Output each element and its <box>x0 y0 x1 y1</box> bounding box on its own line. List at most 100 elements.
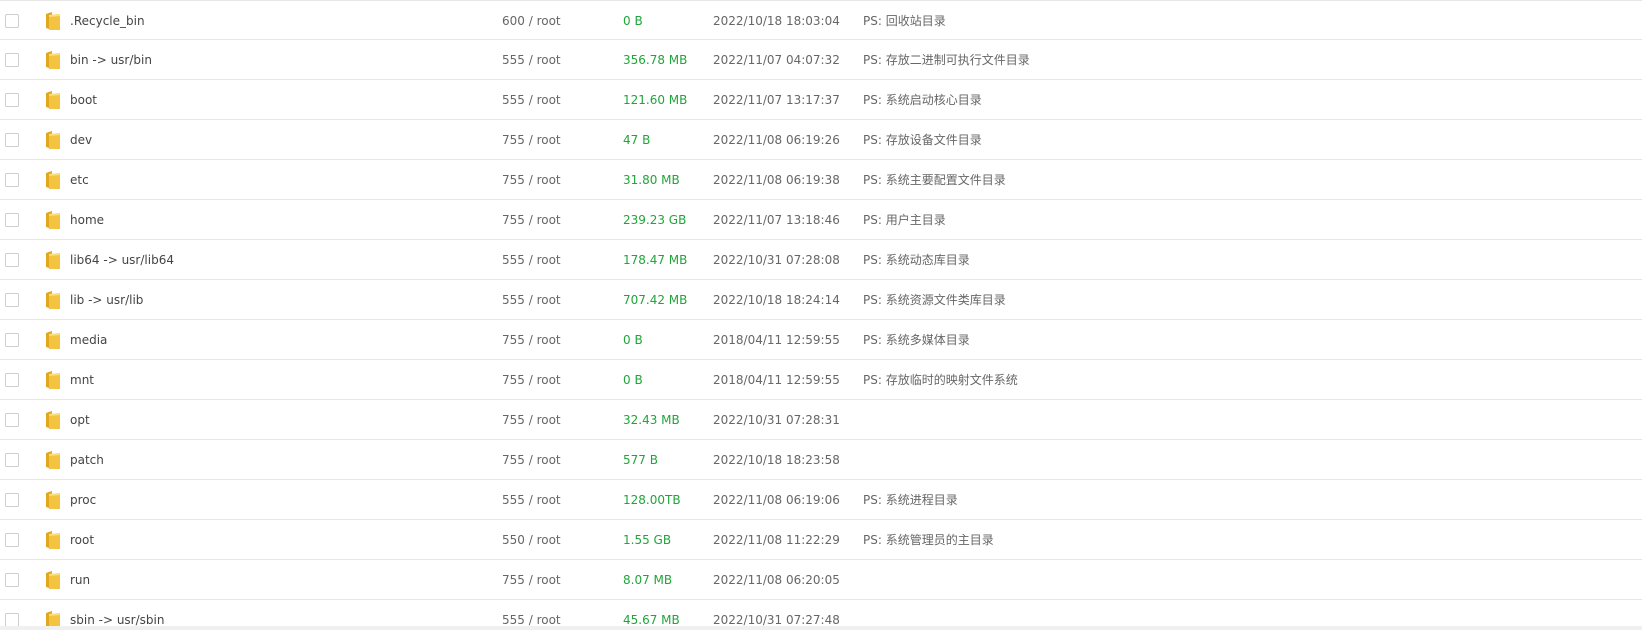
table-row[interactable]: boot 555 / root 121.60 MB 2022/11/07 13:… <box>0 80 1642 120</box>
remark[interactable]: PS: 系统启动核心目录 <box>863 80 982 120</box>
file-size[interactable]: 47 B <box>623 120 650 160</box>
file-size[interactable]: 178.47 MB <box>623 240 687 280</box>
file-size[interactable]: 239.23 GB <box>623 200 686 240</box>
remark[interactable]: PS: 系统主要配置文件目录 <box>863 160 1006 200</box>
folder-icon <box>46 571 60 589</box>
table-row[interactable]: lib -> usr/lib 555 / root 707.42 MB 2022… <box>0 280 1642 320</box>
row-checkbox[interactable] <box>5 173 19 187</box>
row-checkbox[interactable] <box>5 253 19 267</box>
permission-owner[interactable]: 755 / root <box>502 320 561 360</box>
table-row[interactable]: bin -> usr/bin 555 / root 356.78 MB 2022… <box>0 40 1642 80</box>
permission-owner[interactable]: 755 / root <box>502 400 561 440</box>
row-checkbox[interactable] <box>5 213 19 227</box>
permission-owner[interactable]: 600 / root <box>502 1 561 41</box>
remark[interactable]: PS: 系统进程目录 <box>863 480 958 520</box>
file-size[interactable]: 356.78 MB <box>623 40 687 80</box>
file-name-link[interactable]: .Recycle_bin <box>70 1 145 41</box>
row-checkbox[interactable] <box>5 93 19 107</box>
row-checkbox[interactable] <box>5 453 19 467</box>
table-row[interactable]: opt 755 / root 32.43 MB 2022/10/31 07:28… <box>0 400 1642 440</box>
permission-owner[interactable]: 755 / root <box>502 160 561 200</box>
file-name-link[interactable]: root <box>70 520 94 560</box>
folder-icon <box>46 211 60 229</box>
permission-owner[interactable]: 755 / root <box>502 440 561 480</box>
table-row[interactable]: proc 555 / root 128.00TB 2022/11/08 06:1… <box>0 480 1642 520</box>
file-size[interactable]: 128.00TB <box>623 480 681 520</box>
row-checkbox[interactable] <box>5 293 19 307</box>
file-size[interactable]: 31.80 MB <box>623 160 680 200</box>
permission-owner[interactable]: 555 / root <box>502 480 561 520</box>
file-size[interactable]: 121.60 MB <box>623 80 687 120</box>
permission-owner[interactable]: 755 / root <box>502 560 561 600</box>
file-name-link[interactable]: patch <box>70 440 104 480</box>
modified-time: 2022/11/08 06:20:05 <box>713 573 840 587</box>
row-checkbox[interactable] <box>5 573 19 587</box>
file-name-link[interactable]: media <box>70 320 107 360</box>
file-size[interactable]: 0 B <box>623 360 643 400</box>
file-name-link[interactable]: boot <box>70 80 97 120</box>
table-row[interactable]: etc 755 / root 31.80 MB 2022/11/08 06:19… <box>0 160 1642 200</box>
table-row[interactable]: lib64 -> usr/lib64 555 / root 178.47 MB … <box>0 240 1642 280</box>
table-row[interactable]: media 755 / root 0 B 2018/04/11 12:59:55… <box>0 320 1642 360</box>
row-checkbox[interactable] <box>5 133 19 147</box>
table-row[interactable]: dev 755 / root 47 B 2022/11/08 06:19:26 … <box>0 120 1642 160</box>
table-row[interactable]: mnt 755 / root 0 B 2018/04/11 12:59:55 P… <box>0 360 1642 400</box>
modified-time: 2022/11/07 04:07:32 <box>713 53 840 67</box>
row-checkbox[interactable] <box>5 53 19 67</box>
row-checkbox[interactable] <box>5 14 19 28</box>
remark[interactable]: PS: 存放设备文件目录 <box>863 120 982 160</box>
remark[interactable]: PS: 回收站目录 <box>863 1 946 41</box>
remark[interactable]: PS: 系统多媒体目录 <box>863 320 970 360</box>
file-size[interactable]: 8.07 MB <box>623 560 672 600</box>
table-row[interactable]: patch 755 / root 577 B 2022/10/18 18:23:… <box>0 440 1642 480</box>
folder-icon <box>46 451 60 469</box>
file-size[interactable]: 32.43 MB <box>623 400 680 440</box>
file-name-link[interactable]: bin -> usr/bin <box>70 40 152 80</box>
row-checkbox[interactable] <box>5 373 19 387</box>
permission-owner[interactable]: 550 / root <box>502 520 561 560</box>
modified-time: 2022/11/08 11:22:29 <box>713 533 840 547</box>
remark[interactable]: PS: 系统动态库目录 <box>863 240 970 280</box>
file-name-link[interactable]: dev <box>70 120 92 160</box>
table-row[interactable]: .Recycle_bin 600 / root 0 B 2022/10/18 1… <box>0 0 1642 40</box>
file-size[interactable]: 0 B <box>623 320 643 360</box>
row-checkbox[interactable] <box>5 333 19 347</box>
permission-owner[interactable]: 755 / root <box>502 120 561 160</box>
file-size[interactable]: 707.42 MB <box>623 280 687 320</box>
table-row[interactable]: root 550 / root 1.55 GB 2022/11/08 11:22… <box>0 520 1642 560</box>
remark[interactable]: PS: 系统资源文件类库目录 <box>863 280 1006 320</box>
permission-owner[interactable]: 755 / root <box>502 200 561 240</box>
file-list: .Recycle_bin 600 / root 0 B 2022/10/18 1… <box>0 0 1642 630</box>
file-name-link[interactable]: home <box>70 200 104 240</box>
file-name-link[interactable]: run <box>70 560 90 600</box>
file-size[interactable]: 577 B <box>623 440 658 480</box>
folder-icon <box>46 371 60 389</box>
modified-time: 2022/11/08 06:19:38 <box>713 173 840 187</box>
table-row[interactable]: run 755 / root 8.07 MB 2022/11/08 06:20:… <box>0 560 1642 600</box>
permission-owner[interactable]: 555 / root <box>502 240 561 280</box>
permission-owner[interactable]: 555 / root <box>502 280 561 320</box>
row-checkbox[interactable] <box>5 533 19 547</box>
permission-owner[interactable]: 555 / root <box>502 80 561 120</box>
file-size[interactable]: 0 B <box>623 1 643 41</box>
table-row[interactable]: home 755 / root 239.23 GB 2022/11/07 13:… <box>0 200 1642 240</box>
permission-owner[interactable]: 755 / root <box>502 360 561 400</box>
file-name-link[interactable]: opt <box>70 400 90 440</box>
row-checkbox[interactable] <box>5 613 19 627</box>
remark[interactable]: PS: 存放二进制可执行文件目录 <box>863 40 1030 80</box>
remark[interactable]: PS: 系统管理员的主目录 <box>863 520 994 560</box>
file-name-link[interactable]: proc <box>70 480 96 520</box>
file-name-link[interactable]: lib -> usr/lib <box>70 280 143 320</box>
row-checkbox[interactable] <box>5 413 19 427</box>
folder-icon <box>46 91 60 109</box>
horizontal-scrollbar[interactable] <box>0 626 1642 630</box>
file-name-link[interactable]: lib64 -> usr/lib64 <box>70 240 174 280</box>
permission-owner[interactable]: 555 / root <box>502 40 561 80</box>
row-checkbox[interactable] <box>5 493 19 507</box>
remark[interactable]: PS: 用户主目录 <box>863 200 946 240</box>
remark[interactable]: PS: 存放临时的映射文件系统 <box>863 360 1018 400</box>
file-name-link[interactable]: mnt <box>70 360 94 400</box>
file-size[interactable]: 1.55 GB <box>623 520 671 560</box>
folder-icon <box>46 251 60 269</box>
file-name-link[interactable]: etc <box>70 160 89 200</box>
